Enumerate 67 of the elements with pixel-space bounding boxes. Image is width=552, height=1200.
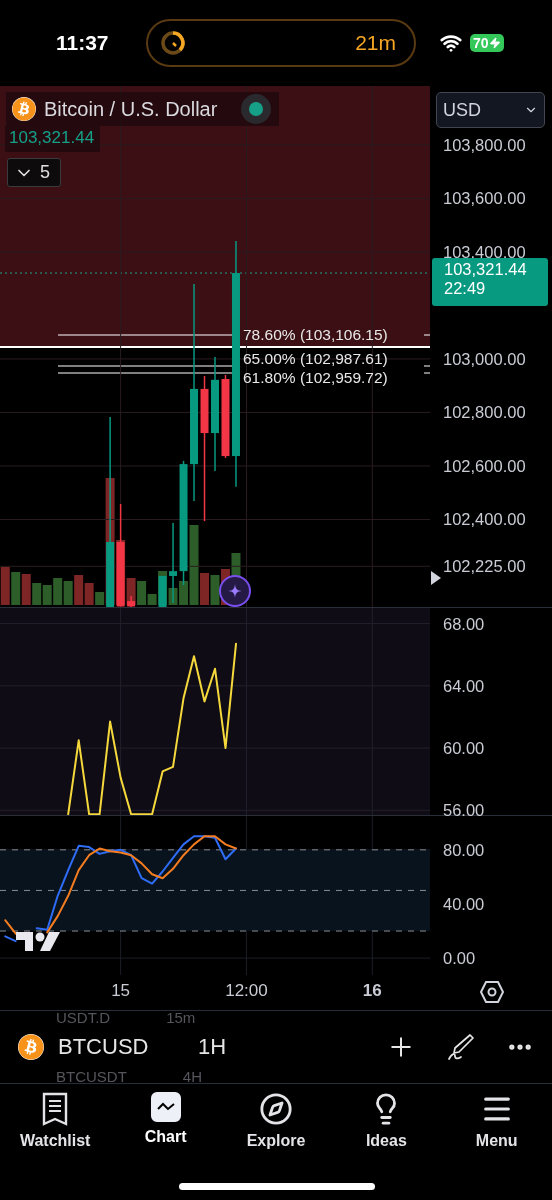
axis-label: 103,400.00 (443, 241, 526, 262)
legend-price: 103,321.44 (5, 126, 101, 152)
timer-icon (160, 30, 186, 56)
currency-dropdown[interactable]: USD (436, 92, 545, 128)
pen-icon[interactable] (446, 1032, 476, 1062)
nav-tab[interactable]: Menu (448, 1092, 545, 1150)
nav-tab[interactable]: Explore (227, 1092, 324, 1150)
axis-label: 60.00 (443, 738, 485, 759)
volume-bar (32, 583, 42, 605)
bar-countdown: 22:49 (444, 279, 487, 298)
volume-bar (0, 567, 10, 605)
interval-label[interactable]: 1H (198, 1034, 386, 1060)
wifi-icon (440, 32, 462, 54)
symbol-name[interactable]: BTCUSD (58, 1034, 198, 1060)
symbol-title: Bitcoin / U.S. Dollar (44, 97, 218, 121)
fib-level-label: 78.60% (103,106.15) (243, 327, 388, 343)
settings-icon[interactable] (480, 981, 504, 1003)
axis-label: 0.00 (443, 948, 476, 969)
volume-bar (53, 578, 63, 605)
axis-label: 102,400.00 (443, 509, 526, 530)
axis-label: 102,225.00 (443, 556, 526, 577)
faded-interval: 15m (166, 1009, 196, 1026)
compass-icon (258, 1092, 293, 1126)
indicators-toggle[interactable]: 5 (7, 158, 61, 187)
fib-level-label: 65.00% (102,987.61) (243, 351, 388, 367)
faded-interval: 4H (182, 1068, 203, 1085)
volume-bar (42, 585, 52, 605)
axis-label: 68.00 (443, 613, 485, 634)
fib-tick (423, 365, 430, 367)
status-dot (241, 94, 272, 124)
axis-label: 103,000.00 (443, 348, 526, 369)
logo-icon (15, 931, 61, 953)
candle (127, 595, 136, 607)
time-label: 12:00 (225, 981, 268, 1001)
volume-bar (11, 572, 21, 605)
axis-label: 102,800.00 (443, 402, 526, 423)
bitcoin-icon (18, 1034, 44, 1060)
nav-tab[interactable]: Watchlist (7, 1092, 104, 1150)
volume-bar (210, 575, 220, 605)
last-price: 103,321.44 (444, 260, 528, 279)
axis-label: 64.00 (443, 675, 485, 696)
sparkle-button[interactable] (219, 575, 251, 607)
clock-time: 11:37 (56, 31, 110, 55)
time-label: 15 (111, 981, 131, 1001)
axis-label: 56.00 (443, 800, 485, 821)
candle (158, 575, 167, 607)
axis-label: 103,600.00 (443, 188, 526, 209)
faded-symbol: USDT.D (56, 1009, 111, 1026)
fib-tick (423, 372, 430, 374)
bitcoin-icon (12, 97, 36, 121)
volume-bar (21, 574, 31, 605)
fib-tick (423, 334, 430, 336)
battery-indicator: 70 (470, 34, 504, 52)
axis-label: 103,800.00 (443, 134, 526, 155)
nav-tab[interactable]: Ideas (338, 1092, 435, 1150)
sparkle-icon (228, 584, 242, 598)
fib-level-label: 61.80% (102,959.72) (243, 370, 388, 386)
timer-text: 21m (355, 31, 396, 55)
axis-label: 40.00 (443, 893, 485, 914)
volume-bar (74, 575, 84, 605)
nav-tab[interactable]: Chart (117, 1092, 214, 1146)
axis-label: 80.00 (443, 839, 485, 860)
time-label: 16 (362, 981, 382, 1001)
play-icon (431, 571, 441, 585)
volume-bar (63, 581, 73, 605)
axis-label: 102,600.00 (443, 455, 526, 476)
faded-symbol: BTCUSDT (56, 1068, 127, 1085)
